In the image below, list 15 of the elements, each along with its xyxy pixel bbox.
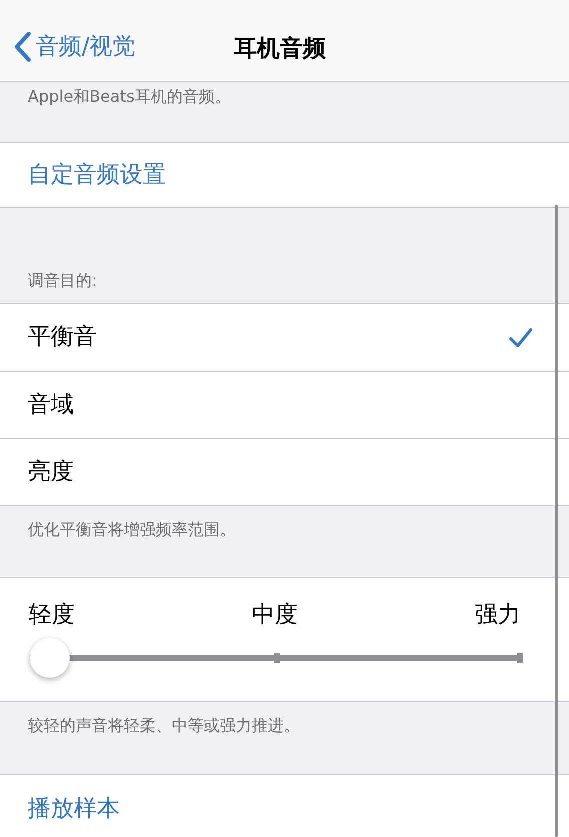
section-header: 调音目的:	[28, 270, 98, 292]
section-footer: 优化平衡音将增强频率范围。	[28, 518, 541, 542]
strength-label: 强力	[475, 601, 521, 630]
strength-label: 轻度	[29, 601, 75, 630]
strength-label: 中度	[252, 601, 298, 630]
custom-settings-link[interactable]: 自定音频设置	[28, 158, 166, 192]
screen-title: 耳机音频	[234, 35, 326, 64]
slider-track[interactable]	[30, 638, 523, 678]
back-chevron-icon	[14, 32, 32, 62]
play-sample-link[interactable]: 播放样本	[28, 792, 120, 827]
section-footer: 较轻的声音将轻柔、中等或强力推进。	[28, 714, 541, 738]
section-footer: Apple和Beats耳机的音频。	[28, 85, 541, 109]
back-button[interactable]: 音频/视觉	[14, 30, 136, 64]
slider-thumb[interactable]	[30, 638, 70, 678]
checkmark-icon	[509, 328, 533, 348]
